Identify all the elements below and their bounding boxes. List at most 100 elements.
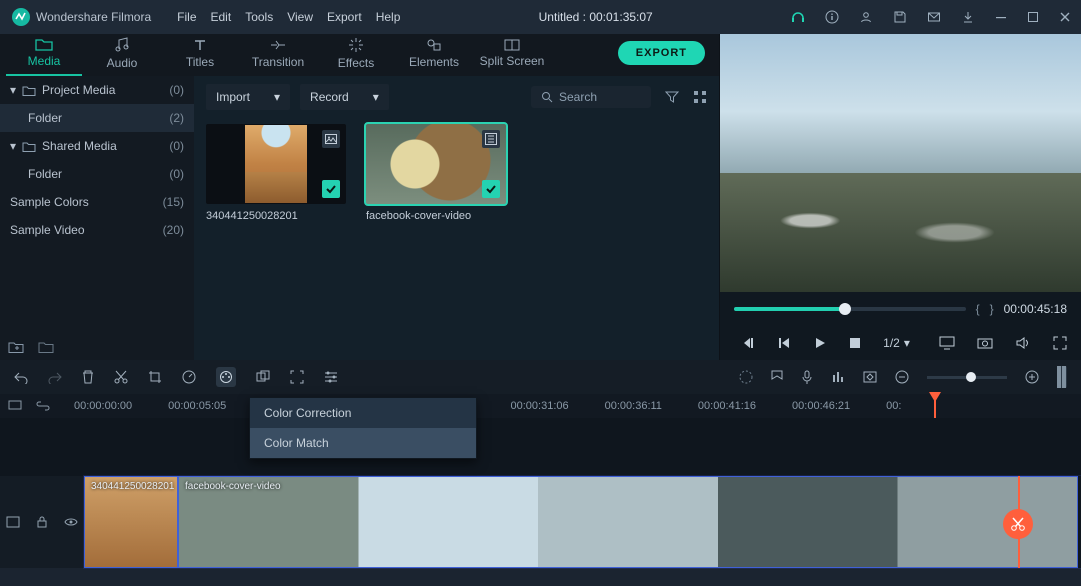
- voiceover-icon[interactable]: [801, 370, 813, 384]
- message-icon[interactable]: [927, 10, 941, 24]
- media-thumb-1: [206, 124, 346, 204]
- mark-out-icon[interactable]: }: [990, 302, 994, 316]
- render-icon[interactable]: [739, 370, 753, 384]
- track-video-icon[interactable]: [6, 516, 20, 528]
- import-dropdown[interactable]: Import ▾: [206, 84, 290, 110]
- tab-media[interactable]: Media: [6, 34, 82, 76]
- chevron-down-icon: ▾: [10, 139, 16, 153]
- menu-color-correction[interactable]: Color Correction: [250, 398, 476, 428]
- tree-project-media-label: Project Media: [42, 83, 115, 97]
- account-icon[interactable]: [859, 10, 873, 24]
- zoom-slider[interactable]: [927, 376, 1007, 379]
- mark-in-icon[interactable]: {: [976, 302, 980, 316]
- menu-tools[interactable]: Tools: [245, 10, 273, 24]
- menu-file[interactable]: File: [177, 10, 196, 24]
- focus-icon[interactable]: [290, 370, 304, 384]
- sparkle-icon: [348, 37, 364, 53]
- track-visibility-icon[interactable]: [64, 517, 78, 527]
- magnet-icon[interactable]: [8, 400, 22, 412]
- marker-icon[interactable]: [771, 370, 783, 384]
- tab-splitscreen[interactable]: Split Screen: [474, 34, 550, 76]
- track-height-toggle[interactable]: [1057, 366, 1067, 388]
- tab-media-label: Media: [28, 54, 61, 68]
- prev-frame-icon[interactable]: [741, 336, 755, 350]
- record-dropdown[interactable]: Record▾: [300, 84, 389, 110]
- cut-icon[interactable]: [114, 370, 128, 384]
- app-logo: Wondershare Filmora: [6, 8, 157, 26]
- support-icon[interactable]: [791, 10, 805, 24]
- zoom-out-icon[interactable]: [895, 370, 909, 384]
- volume-icon[interactable]: [1015, 336, 1031, 350]
- speed-icon[interactable]: [182, 370, 196, 384]
- clip-2[interactable]: facebook-cover-video: [178, 476, 1078, 568]
- search-input[interactable]: Search: [531, 86, 651, 108]
- clip-1[interactable]: 340441250028201: [84, 476, 178, 568]
- delete-icon[interactable]: [82, 370, 94, 384]
- download-icon[interactable]: [961, 10, 975, 24]
- redo-icon[interactable]: [48, 370, 62, 384]
- tick-4: 00:00:31:06: [511, 400, 569, 412]
- zoom-in-icon[interactable]: [1025, 370, 1039, 384]
- app-name: Wondershare Filmora: [36, 10, 151, 24]
- overlay-icon[interactable]: [256, 370, 270, 384]
- playback-speed[interactable]: 1/2▾: [883, 336, 910, 350]
- tree-shared-folder[interactable]: Folder (0): [0, 160, 194, 188]
- playhead[interactable]: [934, 394, 936, 418]
- undo-icon[interactable]: [14, 370, 28, 384]
- play-icon[interactable]: [813, 336, 827, 350]
- speed-value: 1/2: [883, 336, 900, 350]
- fullscreen-icon[interactable]: [1053, 336, 1067, 350]
- menu-color-match[interactable]: Color Match: [250, 428, 476, 458]
- tree-folder[interactable]: Folder (2): [0, 104, 194, 132]
- step-back-icon[interactable]: [777, 336, 791, 350]
- link-icon[interactable]: [36, 400, 50, 412]
- display-icon[interactable]: [939, 336, 955, 350]
- track-lock-icon[interactable]: [37, 516, 47, 528]
- adjust-icon[interactable]: [324, 371, 338, 383]
- media-item-1[interactable]: 340441250028201: [206, 124, 346, 222]
- preview-slider[interactable]: [734, 307, 966, 311]
- info-icon[interactable]: [825, 10, 839, 24]
- menu-help[interactable]: Help: [376, 10, 401, 24]
- tab-titles[interactable]: Titles: [162, 34, 238, 76]
- menu-export[interactable]: Export: [327, 10, 362, 24]
- new-folder-icon[interactable]: [8, 340, 24, 354]
- tree-sample-video[interactable]: Sample Video (20): [0, 216, 194, 244]
- clip-2-label: facebook-cover-video: [185, 481, 281, 492]
- export-button[interactable]: EXPORT: [618, 41, 705, 65]
- menu-view[interactable]: View: [287, 10, 313, 24]
- tree-shared-media[interactable]: ▾ Shared Media (0): [0, 132, 194, 160]
- keyframe-icon[interactable]: [863, 371, 877, 383]
- menu-edit[interactable]: Edit: [211, 10, 232, 24]
- tab-effects[interactable]: Effects: [318, 34, 394, 76]
- preview-viewport[interactable]: [720, 34, 1081, 292]
- crop-icon[interactable]: [148, 370, 162, 384]
- tab-transition-label: Transition: [252, 55, 304, 69]
- tab-elements[interactable]: Elements: [396, 34, 472, 76]
- grid-view-icon[interactable]: [693, 90, 707, 104]
- timeline-ruler[interactable]: 00:00:00:00 00:00:05:05 00:00:20:20 00:0…: [0, 394, 1081, 418]
- save-icon[interactable]: [893, 10, 907, 24]
- close-icon[interactable]: [1059, 11, 1071, 23]
- maximize-icon[interactable]: [1027, 11, 1039, 23]
- tree-shared-folder-count: (0): [169, 167, 184, 181]
- audio-mixer-icon[interactable]: [831, 370, 845, 384]
- thumbnail-image: [245, 125, 307, 203]
- import-label: Import: [216, 90, 250, 104]
- filter-icon[interactable]: [665, 90, 679, 104]
- tab-audio[interactable]: Audio: [84, 34, 160, 76]
- tab-transition[interactable]: Transition: [240, 34, 316, 76]
- tree-sample-colors[interactable]: Sample Colors (15): [0, 188, 194, 216]
- tab-elements-label: Elements: [409, 55, 459, 69]
- split-scissor-icon[interactable]: [1003, 509, 1033, 539]
- chevron-down-icon: ▾: [274, 90, 280, 104]
- color-icon[interactable]: [216, 367, 236, 387]
- stop-icon[interactable]: [849, 337, 861, 349]
- delete-folder-icon[interactable]: [38, 340, 54, 354]
- tree-project-media[interactable]: ▾ Project Media (0): [0, 76, 194, 104]
- media-item-2[interactable]: facebook-cover-video: [366, 124, 506, 222]
- track-header: [0, 476, 84, 568]
- video-track-lane[interactable]: 340441250028201 facebook-cover-video: [84, 476, 1081, 568]
- minimize-icon[interactable]: [995, 11, 1007, 23]
- snapshot-icon[interactable]: [977, 337, 993, 349]
